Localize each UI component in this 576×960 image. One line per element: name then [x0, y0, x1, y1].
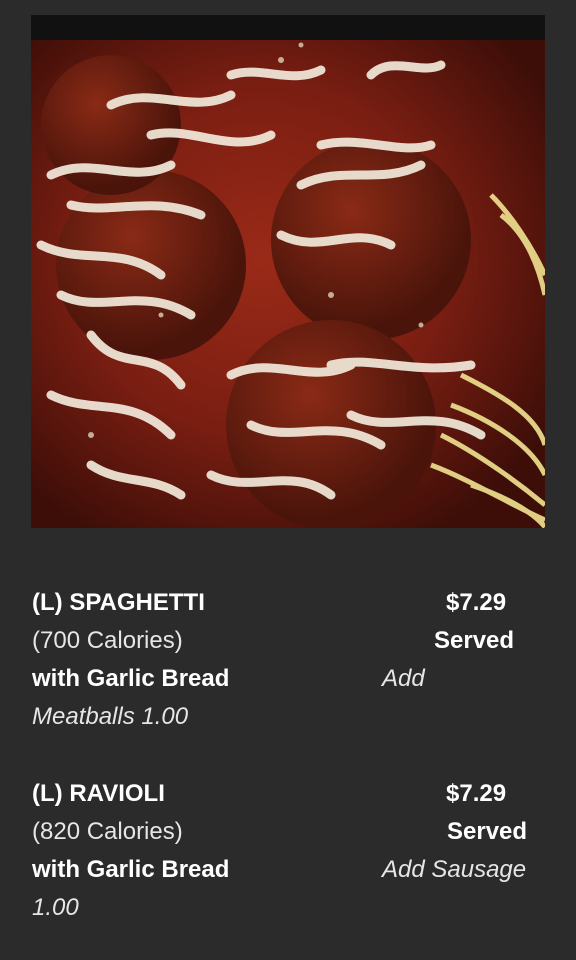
item-served-label: Served — [434, 627, 515, 654]
menu-page: (L) SPAGHETTI (700 Calories) with Garlic… — [0, 0, 576, 960]
item-price: $7.29 — [446, 780, 507, 807]
item-add-label: Add Sausage — [382, 856, 527, 883]
spaghetti-meatballs-image — [31, 15, 545, 528]
food-photo — [31, 15, 545, 528]
item-add-label: Add — [382, 665, 425, 692]
item-addon-price: Meatballs 1.00 — [32, 703, 189, 730]
item-addon-price: 1.00 — [32, 894, 79, 921]
item-price: $7.29 — [446, 589, 507, 616]
item-calories: (820 Calories) — [32, 818, 183, 845]
item-name: (L) SPAGHETTI — [32, 589, 205, 616]
item-calories: (700 Calories) — [32, 627, 183, 654]
item-served-label: Served — [447, 818, 528, 845]
item-side: with Garlic Bread — [32, 856, 230, 883]
item-side: with Garlic Bread — [32, 665, 230, 692]
item-name: (L) RAVIOLI — [32, 780, 165, 807]
